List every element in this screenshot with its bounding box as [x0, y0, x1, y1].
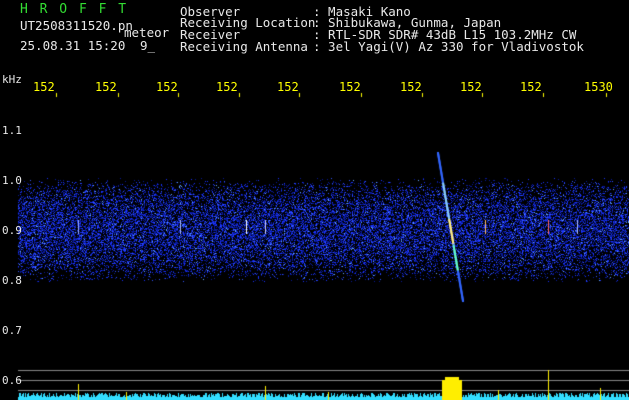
freq-tick: 1.0	[2, 174, 22, 187]
spectrogram-canvas	[0, 0, 629, 400]
time-tick: 152	[277, 80, 299, 94]
time-tick: 152	[33, 80, 55, 94]
brand-title: H R O F F T	[20, 2, 129, 17]
time-tick: 152	[216, 80, 238, 94]
time-tick: 152	[400, 80, 422, 94]
minute-label: 9_	[140, 38, 156, 53]
freq-tick: 0.9	[2, 224, 22, 237]
time-tick: 152	[460, 80, 482, 94]
antenna-label: Receiving Antenna	[180, 39, 308, 54]
freq-tick: 0.8	[2, 274, 22, 287]
date-time: 25.08.31 15:20	[20, 38, 126, 53]
time-tick: 152	[339, 80, 361, 94]
freq-tick: 0.6	[2, 374, 22, 387]
antenna-value: : 3el Yagi(V) Az 330 for Vladivostok	[313, 39, 584, 54]
file-name: UT2508311520.pn	[20, 18, 133, 33]
freq-tick: 1.1	[2, 124, 22, 137]
time-tick: 152	[156, 80, 178, 94]
frequency-unit: kHz	[2, 73, 22, 86]
freq-tick: 0.7	[2, 324, 22, 337]
time-tick: 152	[95, 80, 117, 94]
time-tick: 152	[520, 80, 542, 94]
time-tick: 1530	[584, 80, 613, 94]
